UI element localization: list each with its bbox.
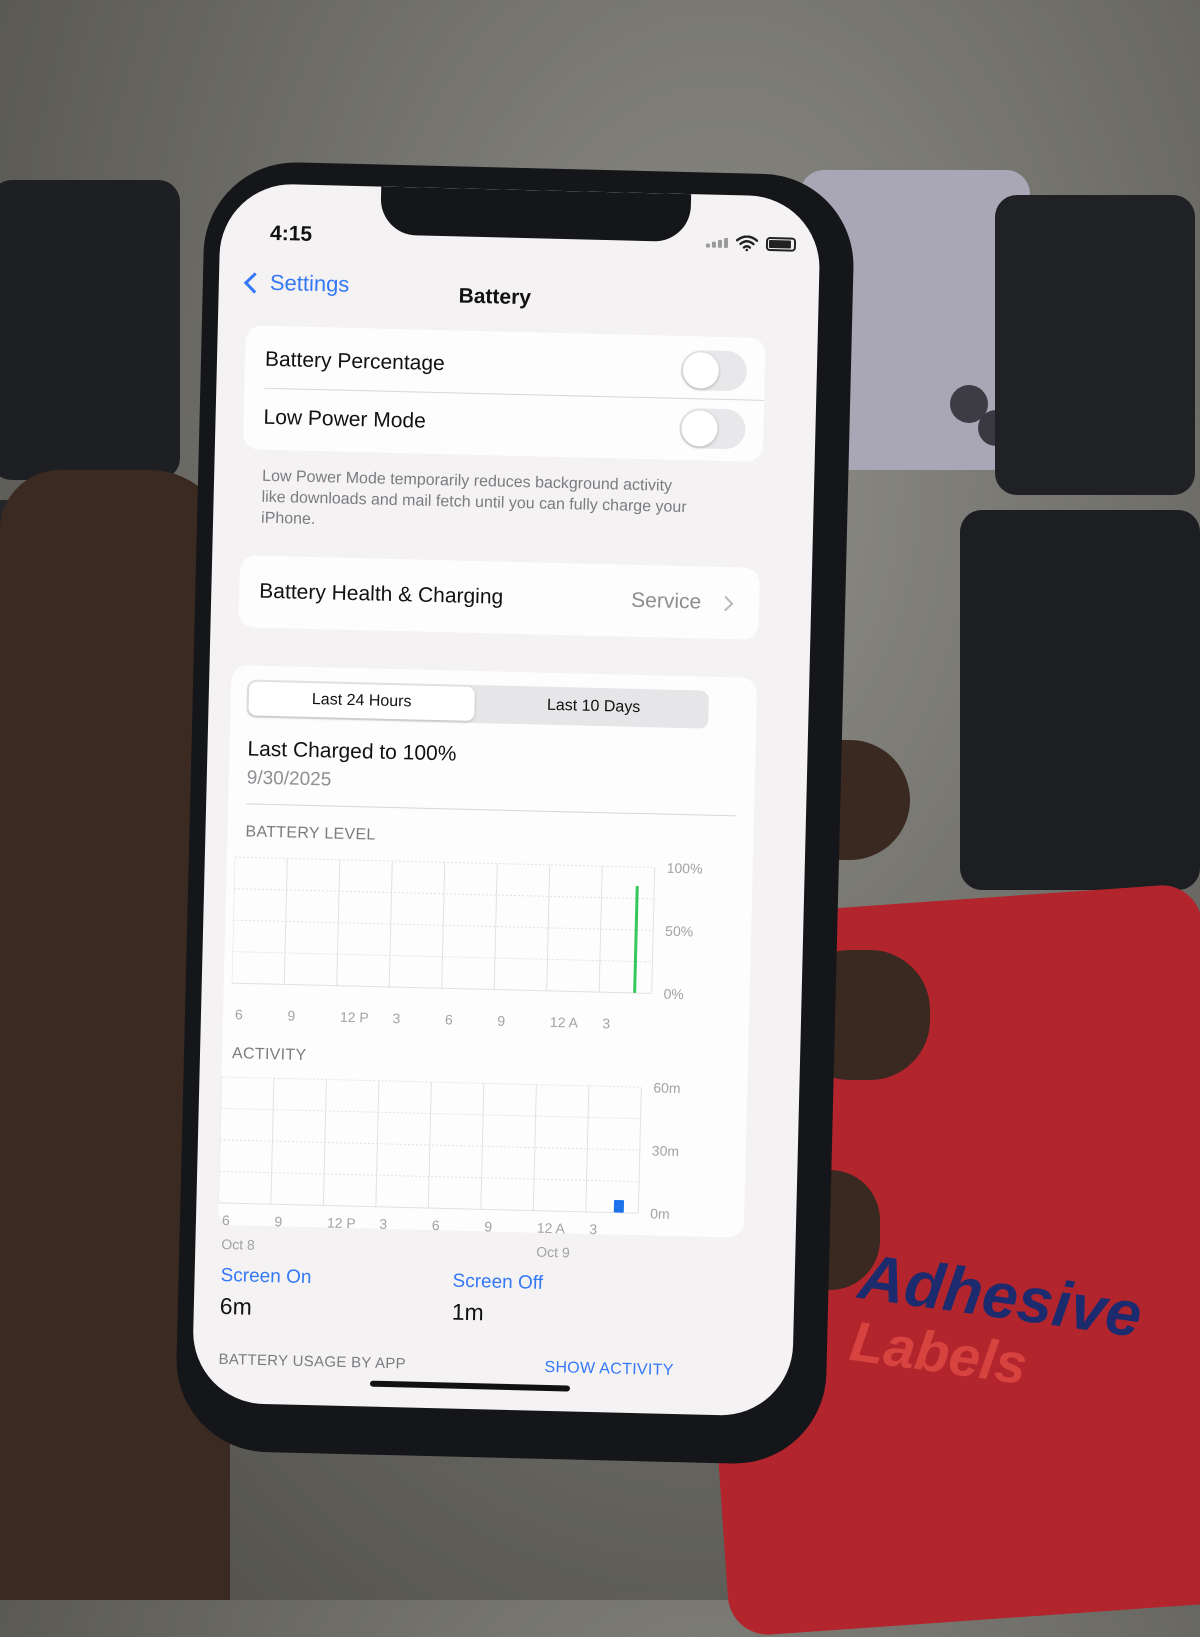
date-label: Oct 9	[536, 1244, 570, 1261]
battery-health-label: Battery Health & Charging	[259, 579, 504, 609]
x-tick-label: 6	[235, 1006, 243, 1022]
home-indicator	[369, 1380, 571, 1392]
x-tick-label: 3	[392, 1010, 400, 1026]
x-tick-label: 6	[222, 1212, 230, 1228]
last-charged-date: 9/30/2025	[246, 767, 332, 791]
x-tick-label: 3	[379, 1216, 387, 1232]
y-tick-label: 60m	[653, 1079, 681, 1096]
notch	[380, 186, 692, 243]
date-label: Oct 8	[221, 1236, 255, 1253]
x-tick-label: 12 A	[550, 1014, 579, 1031]
x-tick-label: 12 P	[340, 1009, 369, 1026]
x-tick-label: 9	[287, 1008, 295, 1024]
x-tick-label: 9	[274, 1213, 282, 1229]
screen-on-label: Screen On	[220, 1264, 312, 1289]
back-label: Settings	[269, 269, 350, 297]
wifi-icon	[735, 235, 759, 252]
show-activity-button[interactable]: SHOW ACTIVITY	[544, 1359, 674, 1380]
battery-percentage-toggle[interactable]	[680, 349, 748, 392]
battery-health-value: Service	[630, 588, 702, 614]
chevron-right-icon	[717, 595, 734, 612]
background-phone	[960, 510, 1200, 890]
grid-line	[637, 1087, 642, 1214]
chevron-left-icon	[243, 271, 265, 294]
data-bar	[633, 885, 639, 993]
settings-group: Battery Percentage Low Power Mode	[242, 325, 766, 462]
y-tick-label: 100%	[667, 860, 703, 877]
battery-level-title: BATTERY LEVEL	[245, 823, 376, 844]
tab-last-24-hours[interactable]: Last 24 Hours	[248, 681, 476, 721]
y-tick-label: 50%	[665, 923, 693, 940]
battery-health-row[interactable]: Battery Health & Charging Service	[238, 555, 761, 640]
grid-line	[651, 867, 656, 994]
activity-title: ACTIVITY	[231, 1045, 307, 1064]
background-phone	[0, 180, 180, 480]
y-tick-label: 30m	[652, 1142, 680, 1159]
low-power-mode-label: Low Power Mode	[263, 405, 427, 433]
x-tick-label: 6	[445, 1011, 453, 1027]
x-tick-label: 9	[497, 1013, 505, 1029]
screen-on-value: 6m	[219, 1292, 253, 1320]
x-tick-label: 3	[602, 1015, 610, 1031]
tab-last-10-days[interactable]: Last 10 Days	[480, 687, 707, 727]
divider	[264, 387, 765, 401]
low-power-footnote: Low Power Mode temporarily reduces backg…	[260, 467, 687, 529]
low-power-mode-toggle[interactable]	[678, 407, 746, 450]
y-tick-label: 0%	[663, 986, 684, 1002]
battery-level-chart: 100% 50% 0% 6 9 12 P 3 6 9 12 A 3	[231, 856, 703, 1031]
status-time: 4:15	[269, 221, 313, 246]
battery-usage-label: BATTERY USAGE BY APP	[218, 1350, 407, 1373]
screen-off-value: 1m	[451, 1298, 485, 1326]
status-icons	[705, 234, 797, 252]
background-phone	[995, 195, 1195, 495]
back-button[interactable]: Settings	[241, 269, 350, 298]
phone-screen: 4:15 Settings Battery Battery Percentage…	[191, 182, 822, 1417]
cellular-signal-icon	[705, 237, 729, 249]
x-tick-label: 6	[432, 1217, 440, 1233]
screen-off-label: Screen Off	[452, 1270, 544, 1294]
battery-icon	[765, 236, 797, 252]
battery-percentage-label: Battery Percentage	[264, 347, 446, 376]
data-bar	[613, 1199, 625, 1213]
page-title: Battery	[458, 284, 532, 310]
x-tick-label: 12 A	[537, 1220, 566, 1237]
activity-chart: 60m 30m 0m 6 9 12 P 3 6 9 12 A 3 Oct 8 Oct 9	[217, 1076, 681, 1261]
x-tick-label: 9	[484, 1218, 492, 1234]
last-charged-title: Last Charged to 100%	[247, 737, 457, 766]
x-tick-label: 3	[589, 1221, 597, 1237]
y-tick-label: 0m	[650, 1205, 670, 1221]
x-tick-label: 12 P	[327, 1215, 356, 1232]
phone: 4:15 Settings Battery Battery Percentage…	[174, 160, 856, 1466]
